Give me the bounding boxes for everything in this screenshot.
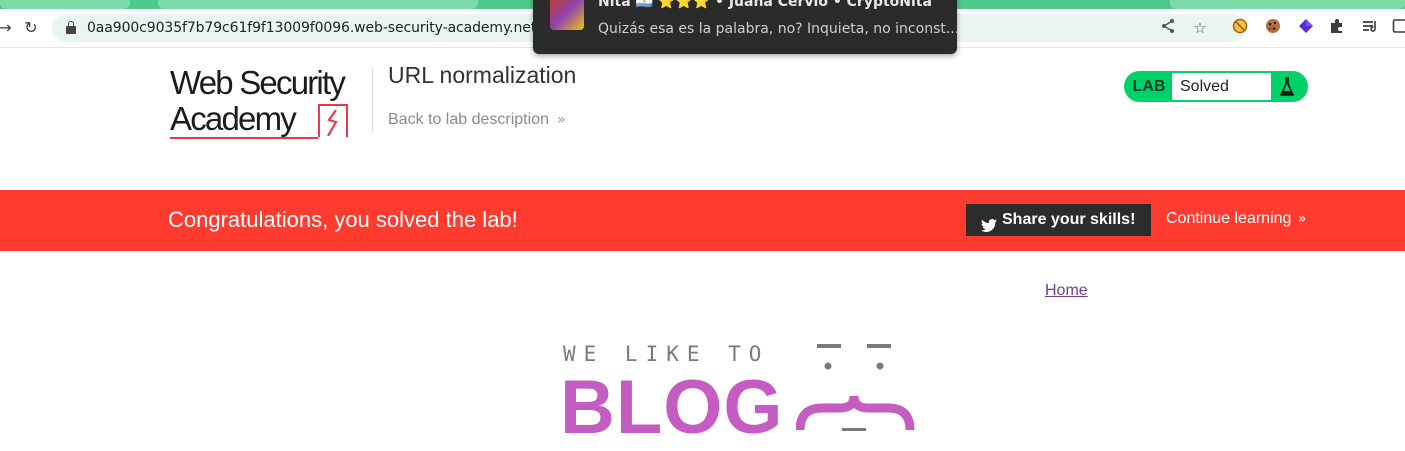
logo-underline bbox=[170, 137, 318, 139]
lab-status-tag: LAB bbox=[1124, 71, 1172, 102]
blog-tagline: WE LIKE TO bbox=[563, 342, 769, 366]
continue-label: Continue learning bbox=[1166, 210, 1291, 227]
continue-learning-link[interactable]: Continue learning » bbox=[1166, 210, 1306, 228]
browser-tab[interactable] bbox=[158, 0, 478, 9]
reload-icon[interactable]: ↻ bbox=[20, 17, 42, 39]
notification-title: Nita 🇦🇷 ⭐⭐⭐ • Juana Cervio • CryptoNita bbox=[598, 0, 932, 10]
url-text: 0aa900c9035f7b79c61f9f13009f0096.web-sec… bbox=[87, 20, 536, 36]
purple-gem-extension-icon[interactable] bbox=[1296, 18, 1316, 38]
back-to-description-link[interactable]: Back to lab description » bbox=[388, 111, 566, 129]
lock-icon[interactable] bbox=[66, 21, 76, 34]
blog-face-logo-icon bbox=[796, 340, 916, 445]
twitter-icon bbox=[981, 213, 997, 227]
browser-tab[interactable] bbox=[0, 0, 130, 9]
header-divider bbox=[372, 68, 373, 132]
notification-toast[interactable]: Nita 🇦🇷 ⭐⭐⭐ • Juana Cervio • CryptoNita … bbox=[533, 0, 957, 54]
blocker-extension-icon[interactable] bbox=[1230, 18, 1250, 38]
back-link-label: Back to lab description bbox=[388, 111, 549, 128]
blog-headline: BLOG bbox=[560, 364, 784, 451]
solved-banner: Congratulations, you solved the lab! Sha… bbox=[0, 190, 1405, 251]
double-chevron-icon: » bbox=[1293, 211, 1306, 227]
reading-list-icon[interactable] bbox=[1360, 18, 1380, 38]
lab-title: URL normalization bbox=[388, 62, 576, 89]
cookie-extension-icon[interactable] bbox=[1263, 18, 1283, 38]
home-link[interactable]: Home bbox=[1045, 282, 1088, 300]
share-icon[interactable] bbox=[1158, 18, 1178, 38]
congratulations-message: Congratulations, you solved the lab! bbox=[168, 207, 518, 233]
notification-body: Quizás esa es la palabra, no? Inquieta, … bbox=[598, 21, 959, 37]
lab-status-widget: LAB Solved bbox=[1124, 71, 1308, 102]
notification-avatar bbox=[550, 0, 584, 30]
web-security-academy-logo[interactable]: Web Security Academy bbox=[170, 66, 370, 142]
lightning-mark-icon bbox=[318, 104, 348, 137]
logo-line1: Web Security bbox=[170, 66, 344, 100]
share-skills-button[interactable]: Share your skills! bbox=[966, 204, 1151, 236]
forward-icon[interactable]: → bbox=[0, 17, 16, 39]
bookmark-star-icon[interactable]: ☆ bbox=[1190, 18, 1210, 38]
puzzle-extensions-icon[interactable] bbox=[1327, 18, 1347, 38]
flask-icon bbox=[1276, 77, 1298, 97]
double-chevron-icon: » bbox=[557, 112, 566, 128]
sidepanel-icon[interactable] bbox=[1390, 18, 1405, 38]
share-button-label: Share your skills! bbox=[1002, 211, 1135, 228]
browser-tab[interactable] bbox=[1170, 0, 1405, 9]
lab-status-value: Solved bbox=[1172, 73, 1271, 100]
logo-line2: Academy bbox=[170, 102, 295, 136]
